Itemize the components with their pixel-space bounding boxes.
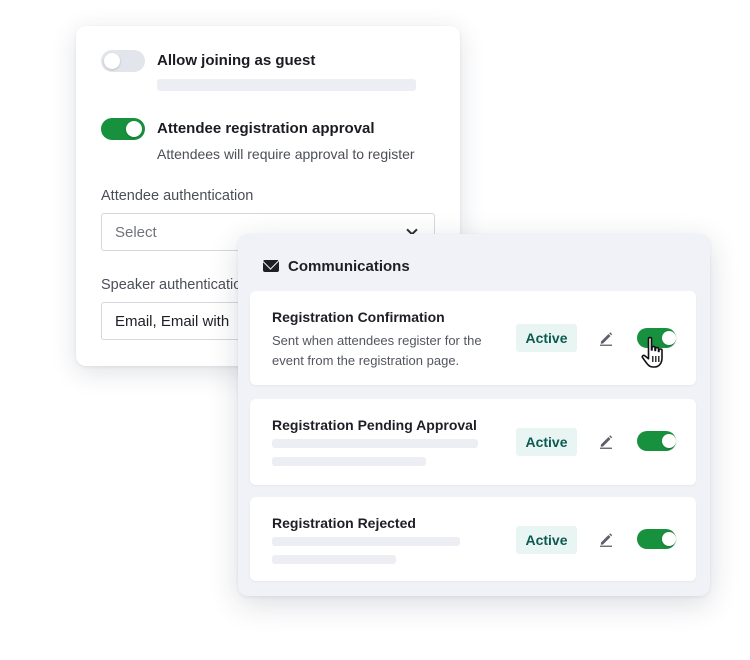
item-title: Registration Confirmation: [272, 309, 445, 325]
attendee-auth-label: Attendee authentication: [101, 188, 254, 204]
toggle-knob: [662, 532, 676, 546]
registration-approval-toggle[interactable]: [101, 118, 145, 140]
hand-pointer-cursor-icon: [641, 336, 663, 368]
registration-rejected-toggle[interactable]: [637, 529, 676, 549]
mail-icon: [263, 260, 279, 272]
allow-guest-toggle[interactable]: [101, 50, 145, 72]
description-placeholder: [272, 439, 478, 448]
item-title: Registration Pending Approval: [272, 417, 477, 433]
speaker-auth-label: Speaker authentication: [101, 277, 250, 293]
registration-approval-description: Attendees will require approval to regis…: [157, 146, 415, 162]
allow-guest-title: Allow joining as guest: [157, 52, 316, 69]
communications-card: Communications Registration Confirmation…: [238, 234, 710, 596]
communication-item-registration-pending-approval: Registration Pending Approval Active: [250, 399, 696, 485]
description-placeholder: [272, 537, 460, 546]
status-badge: Active: [516, 526, 577, 554]
edit-icon[interactable]: [598, 433, 614, 449]
speaker-auth-value: Email, Email with: [115, 313, 230, 330]
toggle-knob: [662, 434, 676, 448]
attendee-auth-placeholder: Select: [115, 224, 157, 241]
communication-item-registration-rejected: Registration Rejected Active: [250, 497, 696, 581]
toggle-knob: [126, 121, 142, 137]
item-description: Sent when attendees register for the eve…: [272, 333, 482, 368]
description-placeholder: [272, 555, 396, 564]
description-placeholder: [272, 457, 426, 466]
status-badge: Active: [516, 428, 577, 456]
communications-title: Communications: [288, 258, 410, 275]
edit-icon[interactable]: [598, 531, 614, 547]
registration-approval-title: Attendee registration approval: [157, 120, 375, 137]
edit-icon[interactable]: [598, 330, 614, 346]
item-title: Registration Rejected: [272, 515, 416, 531]
description-placeholder: [157, 79, 416, 91]
status-badge: Active: [516, 324, 577, 352]
communication-item-registration-confirmation: Registration Confirmation Sent when atte…: [250, 291, 696, 385]
registration-pending-approval-toggle[interactable]: [637, 431, 676, 451]
toggle-knob: [104, 53, 120, 69]
